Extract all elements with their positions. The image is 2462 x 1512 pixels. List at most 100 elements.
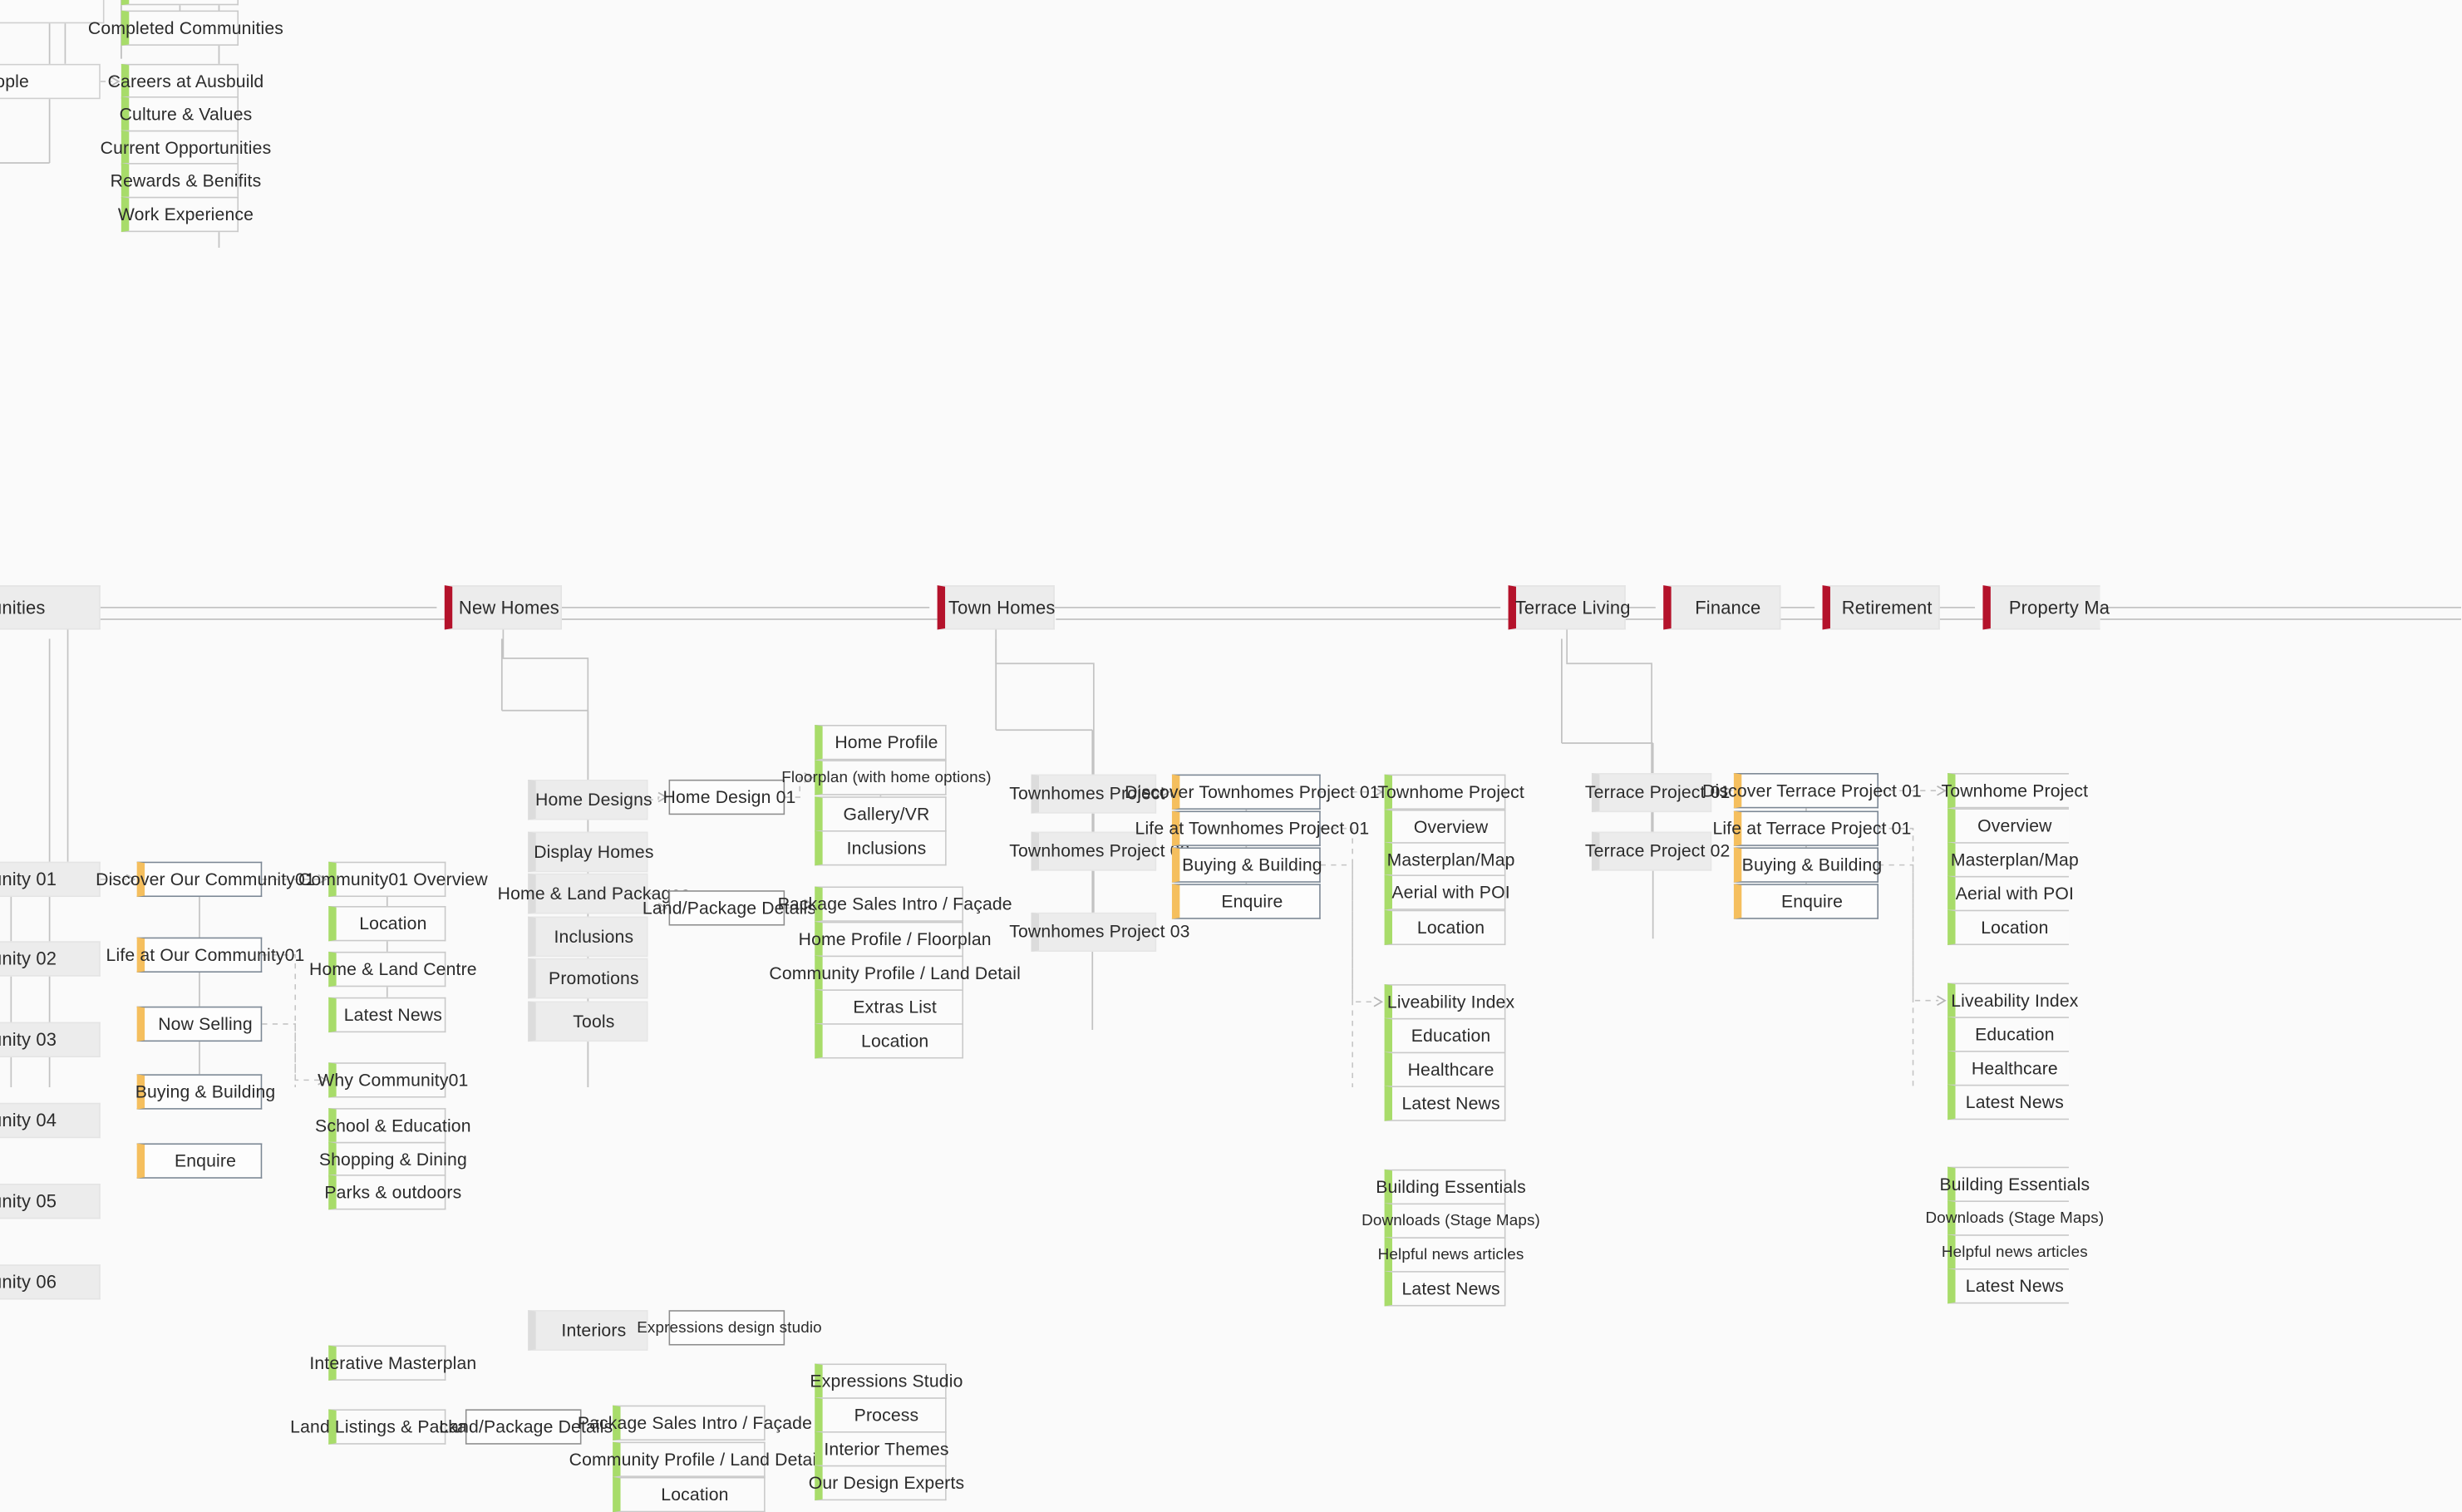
node-land-package-details-communities[interactable]: Land/Package Details: [439, 1409, 613, 1445]
node-completed-communities-parent[interactable]: [121, 0, 239, 6]
node-townhome-aerial-with-poi[interactable]: Aerial with POI: [1384, 874, 1510, 910]
node-townhomes-project-03[interactable]: Townhomes Project 03: [1009, 912, 1189, 952]
node-terrace-building-essentials[interactable]: Building Essentials: [1940, 1166, 2090, 1203]
node-community01-location[interactable]: Location: [328, 906, 446, 942]
nav-town-homes[interactable]: Town Homes: [937, 585, 1055, 630]
node-community-03[interactable]: Community 03: [0, 1022, 101, 1057]
node-careers-at-ausbuild[interactable]: Careers at Ausbuild: [108, 63, 263, 100]
nav-finance[interactable]: Finance: [1663, 585, 1781, 630]
node-terrace-helpful-news-articles[interactable]: Helpful news articles: [1942, 1234, 2088, 1270]
node-display-homes[interactable]: Display Homes: [528, 831, 653, 873]
node-gallery-vr[interactable]: Gallery/VR: [815, 796, 947, 832]
node-home-land-packages[interactable]: Home & Land Packages: [498, 873, 690, 914]
node-expressions-studio[interactable]: Expressions Studio: [810, 1363, 963, 1399]
node-floorplan-home-options[interactable]: Floorplan (with home options): [781, 760, 992, 795]
node-school-education[interactable]: School & Education: [315, 1108, 471, 1144]
node-land-listings-packages[interactable]: Land Listings & Packages: [290, 1409, 495, 1445]
node-interative-masterplan[interactable]: Interative Masterplan: [309, 1345, 476, 1381]
node-parks-outdoors[interactable]: Parks & outdoors: [324, 1175, 461, 1210]
node-enquire-terrace[interactable]: Enquire: [1733, 884, 1879, 919]
node-community-06[interactable]: Community 06: [0, 1264, 101, 1300]
node-community01-overview[interactable]: Community01 Overview: [298, 861, 488, 898]
node-buying-building-community[interactable]: Buying & Building: [135, 1074, 275, 1110]
node-promotions[interactable]: Promotions: [528, 958, 648, 999]
node-package-sales-intro-facade-communities[interactable]: Package Sales Intro / Façade: [578, 1405, 812, 1441]
node-community-profile-land-detail-new-homes[interactable]: Community Profile / Land Detail: [769, 955, 1021, 991]
nav-retirement[interactable]: Retirement: [1822, 585, 1940, 630]
node-terrace-aerial-with-poi[interactable]: Aerial with POI: [1947, 875, 2074, 912]
node-rewards-benifits[interactable]: Rewards & Benifits: [111, 163, 261, 199]
node-life-at-townhomes-project-01[interactable]: Life at Townhomes Project 01: [1135, 810, 1369, 846]
node-townhome-latest-news-2[interactable]: Latest News: [1384, 1271, 1506, 1307]
node-community-01[interactable]: Community 01: [0, 861, 101, 898]
node-townhome-helpful-news-articles[interactable]: Helpful news articles: [1378, 1237, 1524, 1273]
node-shopping-dining[interactable]: Shopping & Dining: [319, 1141, 467, 1178]
node-terrace-liveability-index[interactable]: Liveability Index: [1947, 983, 2078, 1018]
node-current-opportunities[interactable]: Current Opportunities: [101, 130, 271, 166]
nav-terrace-living[interactable]: Terrace Living: [1508, 585, 1631, 630]
nav-communities[interactable]: Communities: [0, 585, 101, 630]
node-location-new-homes-package[interactable]: Location: [815, 1023, 964, 1059]
node-townhome-project[interactable]: Townhome Project: [1377, 774, 1524, 810]
node-terrace-downloads-stage-maps[interactable]: Downloads (Stage Maps): [1925, 1200, 2104, 1236]
node-completed-communities[interactable]: Completed Communities: [88, 10, 283, 46]
node-townhome-building-essentials[interactable]: Building Essentials: [1376, 1169, 1526, 1205]
node-our-design-experts[interactable]: Our Design Experts: [809, 1465, 964, 1501]
node-townhome-masterplan-map[interactable]: Masterplan/Map: [1384, 842, 1514, 878]
node-community-04[interactable]: Community 04: [0, 1102, 101, 1139]
node-terrace-latest-news[interactable]: Latest News: [1947, 1084, 2069, 1120]
node-tools[interactable]: Tools: [528, 1001, 648, 1042]
node-why-community01[interactable]: Why Community01: [318, 1062, 468, 1098]
node-community01-latest-news[interactable]: Latest News: [328, 997, 446, 1033]
node-terrace-latest-news-2[interactable]: Latest News: [1947, 1268, 2069, 1304]
node-discover-townhomes-project-01[interactable]: Discover Townhomes Project 01: [1125, 774, 1380, 810]
node-terrace-overview[interactable]: Overview: [1947, 808, 2069, 844]
node-home-designs[interactable]: Home Designs: [528, 779, 652, 820]
node-terrace-education[interactable]: Education: [1947, 1017, 2069, 1052]
node-now-selling[interactable]: Now Selling: [136, 1006, 263, 1042]
node-community-05[interactable]: Community 05: [0, 1184, 101, 1219]
node-terrace-project-02[interactable]: Terrace Project 02: [1585, 831, 1730, 871]
node-home-design-01[interactable]: Home Design 01: [663, 779, 795, 815]
node-townhome-location[interactable]: Location: [1384, 909, 1506, 946]
node-community-02[interactable]: Community 02: [0, 941, 101, 977]
node-inclusions-new-homes[interactable]: Inclusions: [528, 916, 648, 958]
node-life-at-our-community01[interactable]: Life at Our Community01: [106, 937, 304, 973]
node-terrace-townhome-project[interactable]: Townhome Project: [1942, 773, 2088, 809]
nav-new-homes[interactable]: New Homes: [444, 585, 562, 630]
node-discover-our-community01[interactable]: Discover Our Community01: [96, 861, 315, 898]
node-life-at-terrace-project-01[interactable]: Life at Terrace Project 01: [1712, 810, 1911, 846]
node-townhome-downloads-stage-maps[interactable]: Downloads (Stage Maps): [1361, 1203, 1540, 1239]
node-interiors-visible[interactable]: Interiors: [528, 1310, 648, 1351]
node-extras-list[interactable]: Extras List: [815, 989, 964, 1025]
node-townhome-healthcare[interactable]: Healthcare: [1384, 1052, 1506, 1087]
node-terrace-project-01[interactable]: Terrace Project 01: [1585, 773, 1730, 813]
node-interior-themes[interactable]: Interior Themes: [815, 1431, 948, 1467]
node-work-experience[interactable]: Work Experience: [118, 196, 254, 233]
node-townhome-overview[interactable]: Overview: [1384, 809, 1506, 845]
node-buying-building-townhomes[interactable]: Buying & Building: [1171, 847, 1322, 883]
node-inclusions-home-design[interactable]: Inclusions: [815, 830, 947, 866]
node-terrace-healthcare[interactable]: Healthcare: [1947, 1051, 2069, 1086]
node-townhome-liveability-index[interactable]: Liveability Index: [1384, 984, 1514, 1020]
node-location-communities-package[interactable]: Location: [613, 1476, 766, 1512]
node-community-profile-land-detail-communities[interactable]: Community Profile / Land Detail: [569, 1441, 820, 1477]
node-enquire-community[interactable]: Enquire: [136, 1143, 263, 1179]
node-terrace-location[interactable]: Location: [1947, 909, 2069, 946]
node-home-profile[interactable]: Home Profile: [815, 725, 947, 761]
node-package-sales-intro-facade-new-homes[interactable]: Package Sales Intro / Façade: [778, 886, 1012, 922]
node-culture-values[interactable]: Culture & Values: [120, 96, 252, 132]
node-buying-building-terrace[interactable]: Buying & Building: [1733, 847, 1882, 883]
node-land-package-details-new-homes[interactable]: Land/Package Details: [643, 890, 816, 926]
node-home-profile-floorplan[interactable]: Home Profile / Floorplan: [799, 921, 992, 958]
node-townhome-education[interactable]: Education: [1384, 1017, 1506, 1054]
node-our-people[interactable]: Our People: [0, 63, 101, 100]
node-expressions-design-studio[interactable]: Expressions design studio: [637, 1310, 822, 1346]
nav-property-management[interactable]: Property Ma: [1982, 585, 2110, 630]
node-enquire-townhomes[interactable]: Enquire: [1171, 884, 1321, 919]
node-home-land-centre[interactable]: Home & Land Centre: [309, 951, 477, 987]
node-terrace-masterplan-map[interactable]: Masterplan/Map: [1947, 842, 2079, 878]
node-process[interactable]: Process: [815, 1397, 947, 1433]
node-townhome-latest-news[interactable]: Latest News: [1384, 1086, 1506, 1121]
node-discover-terrace-project-01[interactable]: Discover Terrace Project 01: [1702, 773, 1922, 809]
